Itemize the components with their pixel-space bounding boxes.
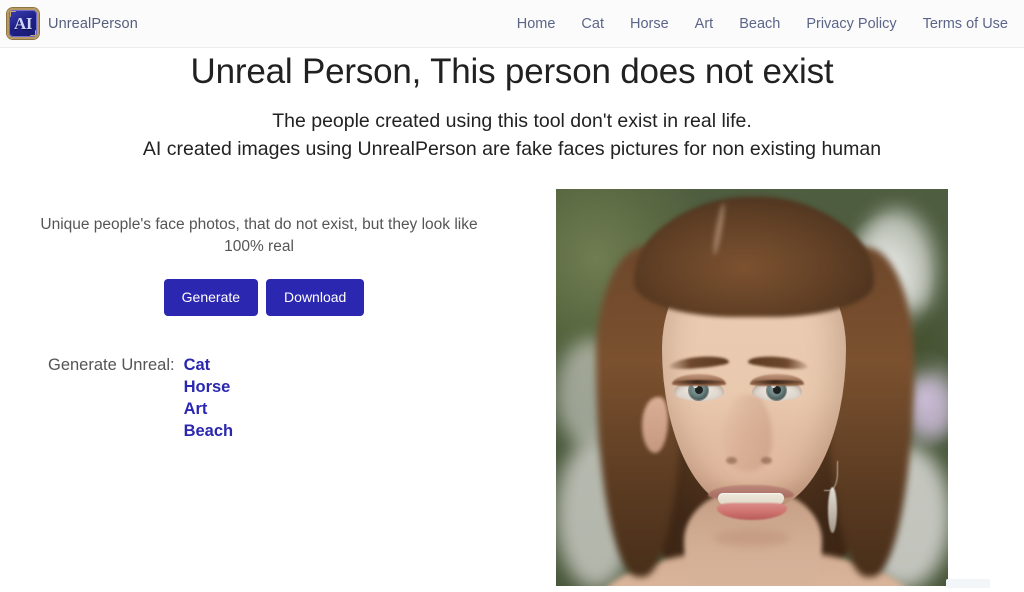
hero-subtitle-line-1: The people created using this tool don't… xyxy=(272,110,752,132)
hero-subtitle-line-2: AI created images using UnrealPerson are… xyxy=(142,138,882,160)
ai-logo-icon: AI xyxy=(7,8,39,39)
brand-name: UnrealPerson xyxy=(48,15,138,32)
lower-lip xyxy=(717,503,787,520)
footer-fragment xyxy=(946,579,990,588)
nav-link-home[interactable]: Home xyxy=(517,16,556,32)
nav-link-terms-of-use[interactable]: Terms of Use xyxy=(923,16,1008,32)
generate-unreal-link-art[interactable]: Art xyxy=(184,398,234,420)
nav-link-beach[interactable]: Beach xyxy=(739,16,780,32)
generate-unreal-section: Generate Unreal: Cat Horse Art Beach xyxy=(4,354,512,442)
hair-fringe xyxy=(634,199,874,317)
generate-unreal-link-beach[interactable]: Beach xyxy=(184,420,234,442)
photo-canvas xyxy=(556,189,948,586)
nav-link-art[interactable]: Art xyxy=(695,16,714,32)
background-bokeh-blob xyxy=(908,379,948,439)
nostril-left xyxy=(726,457,737,464)
action-button-row: Generate Download xyxy=(4,279,512,316)
earring xyxy=(828,487,837,533)
page-title: Unreal Person, This person does not exis… xyxy=(190,52,834,91)
generate-button[interactable]: Generate xyxy=(163,279,259,316)
generate-unreal-label: Generate Unreal: xyxy=(48,356,175,374)
generate-unreal-links: Cat Horse Art Beach xyxy=(184,354,234,442)
main-nav: Home Cat Horse Art Beach Privacy Policy … xyxy=(517,16,1008,32)
generate-unreal-link-horse[interactable]: Horse xyxy=(184,376,234,398)
eye-left xyxy=(672,374,726,401)
ai-logo-text: AI xyxy=(14,14,32,33)
hero-subtitle: The people created using this tool don't… xyxy=(0,107,1024,163)
eyelash xyxy=(752,380,802,384)
nostril-right xyxy=(761,457,772,464)
nav-link-horse[interactable]: Horse xyxy=(630,16,669,32)
site-header: AI UnrealPerson Home Cat Horse Art Beach… xyxy=(0,0,1024,48)
nav-link-cat[interactable]: Cat xyxy=(581,16,604,32)
download-button[interactable]: Download xyxy=(266,279,365,316)
generate-unreal-link-cat[interactable]: Cat xyxy=(184,354,234,376)
mouth xyxy=(708,485,794,523)
chin-shadow xyxy=(714,529,790,547)
left-column: Unique people's face photos, that do not… xyxy=(0,173,516,442)
generated-face-photo xyxy=(556,189,948,586)
nav-link-privacy-policy[interactable]: Privacy Policy xyxy=(806,16,896,32)
brand-link[interactable]: AI UnrealPerson xyxy=(7,8,138,39)
lead-text: Unique people's face photos, that do not… xyxy=(40,216,478,255)
eyelash xyxy=(674,380,724,384)
